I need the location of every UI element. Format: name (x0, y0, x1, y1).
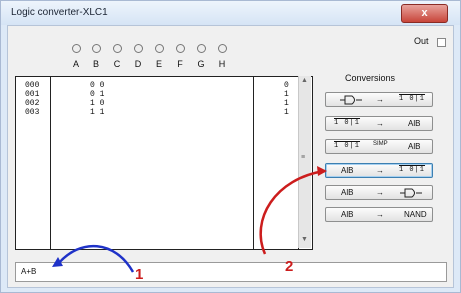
conversions-title: Conversions (345, 73, 396, 83)
var-label-f: F (177, 59, 183, 69)
row-index: 003 (25, 108, 40, 117)
input-terminal-a[interactable] (72, 44, 81, 53)
annotation-number-one: 1 (135, 266, 144, 283)
var-label-a: A (72, 59, 79, 69)
var-label-g: G (197, 59, 205, 69)
circuit-to-truth-table-button[interactable]: → 1 0|1 (325, 92, 433, 107)
row-output[interactable]: 1 (284, 108, 289, 117)
arrow-icon: → (376, 119, 384, 128)
arrow-icon: → (376, 210, 384, 219)
annotation-number-two: 2 (285, 258, 294, 275)
truth-table-to-simplified-expression-button[interactable]: 1 0|1 SIMP AlB (325, 139, 433, 154)
truth-table-icon: 1 0|1 (399, 95, 426, 103)
scroll-down-icon[interactable]: ▼ (301, 236, 308, 243)
simp-label: SIMP (373, 141, 388, 147)
row-output[interactable]: 0 (284, 81, 289, 90)
expression-label: AlB (341, 210, 354, 219)
circuit-icon (400, 188, 422, 200)
out-label: Out (414, 36, 429, 46)
truth-table-icon: 1 0|1 (334, 142, 361, 150)
scroll-grip-icon[interactable]: ≡ (301, 154, 305, 161)
input-terminal-g[interactable] (197, 44, 206, 53)
expression-label: AlB (408, 142, 421, 151)
truth-table-icon: 1 0|1 (334, 119, 361, 127)
arrow-icon: → (376, 95, 384, 104)
expression-to-truth-table-button[interactable]: AlB → 1 0|1 (325, 163, 433, 178)
scroll-up-icon[interactable]: ▲ (301, 77, 308, 84)
close-button[interactable]: x (401, 4, 448, 23)
input-terminal-b[interactable] (92, 44, 101, 53)
row-bits: 0 1 (90, 90, 105, 99)
title-bar: Logic converter-XLC1 x (1, 1, 460, 25)
table-scrollbar[interactable]: ▲ ≡ ▼ (298, 76, 311, 248)
input-terminal-d[interactable] (134, 44, 143, 53)
circuit-icon (340, 95, 362, 107)
truth-table-icon: 1 0|1 (399, 166, 426, 174)
truth-table[interactable]: 000 0 0 0 001 0 1 1 002 1 0 1 003 1 1 1 (15, 76, 313, 250)
arrow-icon: → (376, 166, 384, 175)
var-label-b: B (92, 59, 99, 69)
var-label-e: E (155, 59, 162, 69)
window-title: Logic converter-XLC1 (11, 7, 108, 18)
arrow-icon: → (376, 188, 384, 197)
expression-to-circuit-button[interactable]: AlB → (325, 185, 433, 200)
truth-table-to-expression-button[interactable]: 1 0|1 → AlB (325, 116, 433, 131)
nand-label: NAND (404, 210, 427, 219)
row-bits: 0 0 (90, 81, 105, 90)
expression-to-nand-button[interactable]: AlB → NAND (325, 207, 433, 222)
row-bits: 1 1 (90, 108, 105, 117)
var-label-d: D (134, 59, 142, 69)
expression-input[interactable]: A+B (15, 262, 447, 282)
row-index: 002 (25, 99, 40, 108)
expression-label: AlB (341, 166, 354, 175)
truth-table-divider (253, 77, 254, 249)
input-terminal-f[interactable] (176, 44, 185, 53)
input-terminal-c[interactable] (113, 44, 122, 53)
row-output[interactable]: 1 (284, 90, 289, 99)
input-terminal-e[interactable] (155, 44, 164, 53)
row-output[interactable]: 1 (284, 99, 289, 108)
out-terminal[interactable] (437, 38, 446, 47)
expression-value: A+B (21, 267, 37, 276)
expression-label: AlB (341, 188, 354, 197)
row-index: 001 (25, 90, 40, 99)
expression-label: AlB (408, 119, 421, 128)
input-terminal-h[interactable] (218, 44, 227, 53)
row-bits: 1 0 (90, 99, 105, 108)
var-label-c: C (113, 59, 121, 69)
truth-table-divider (50, 77, 51, 249)
row-index: 000 (25, 81, 40, 90)
var-label-h: H (218, 59, 226, 69)
